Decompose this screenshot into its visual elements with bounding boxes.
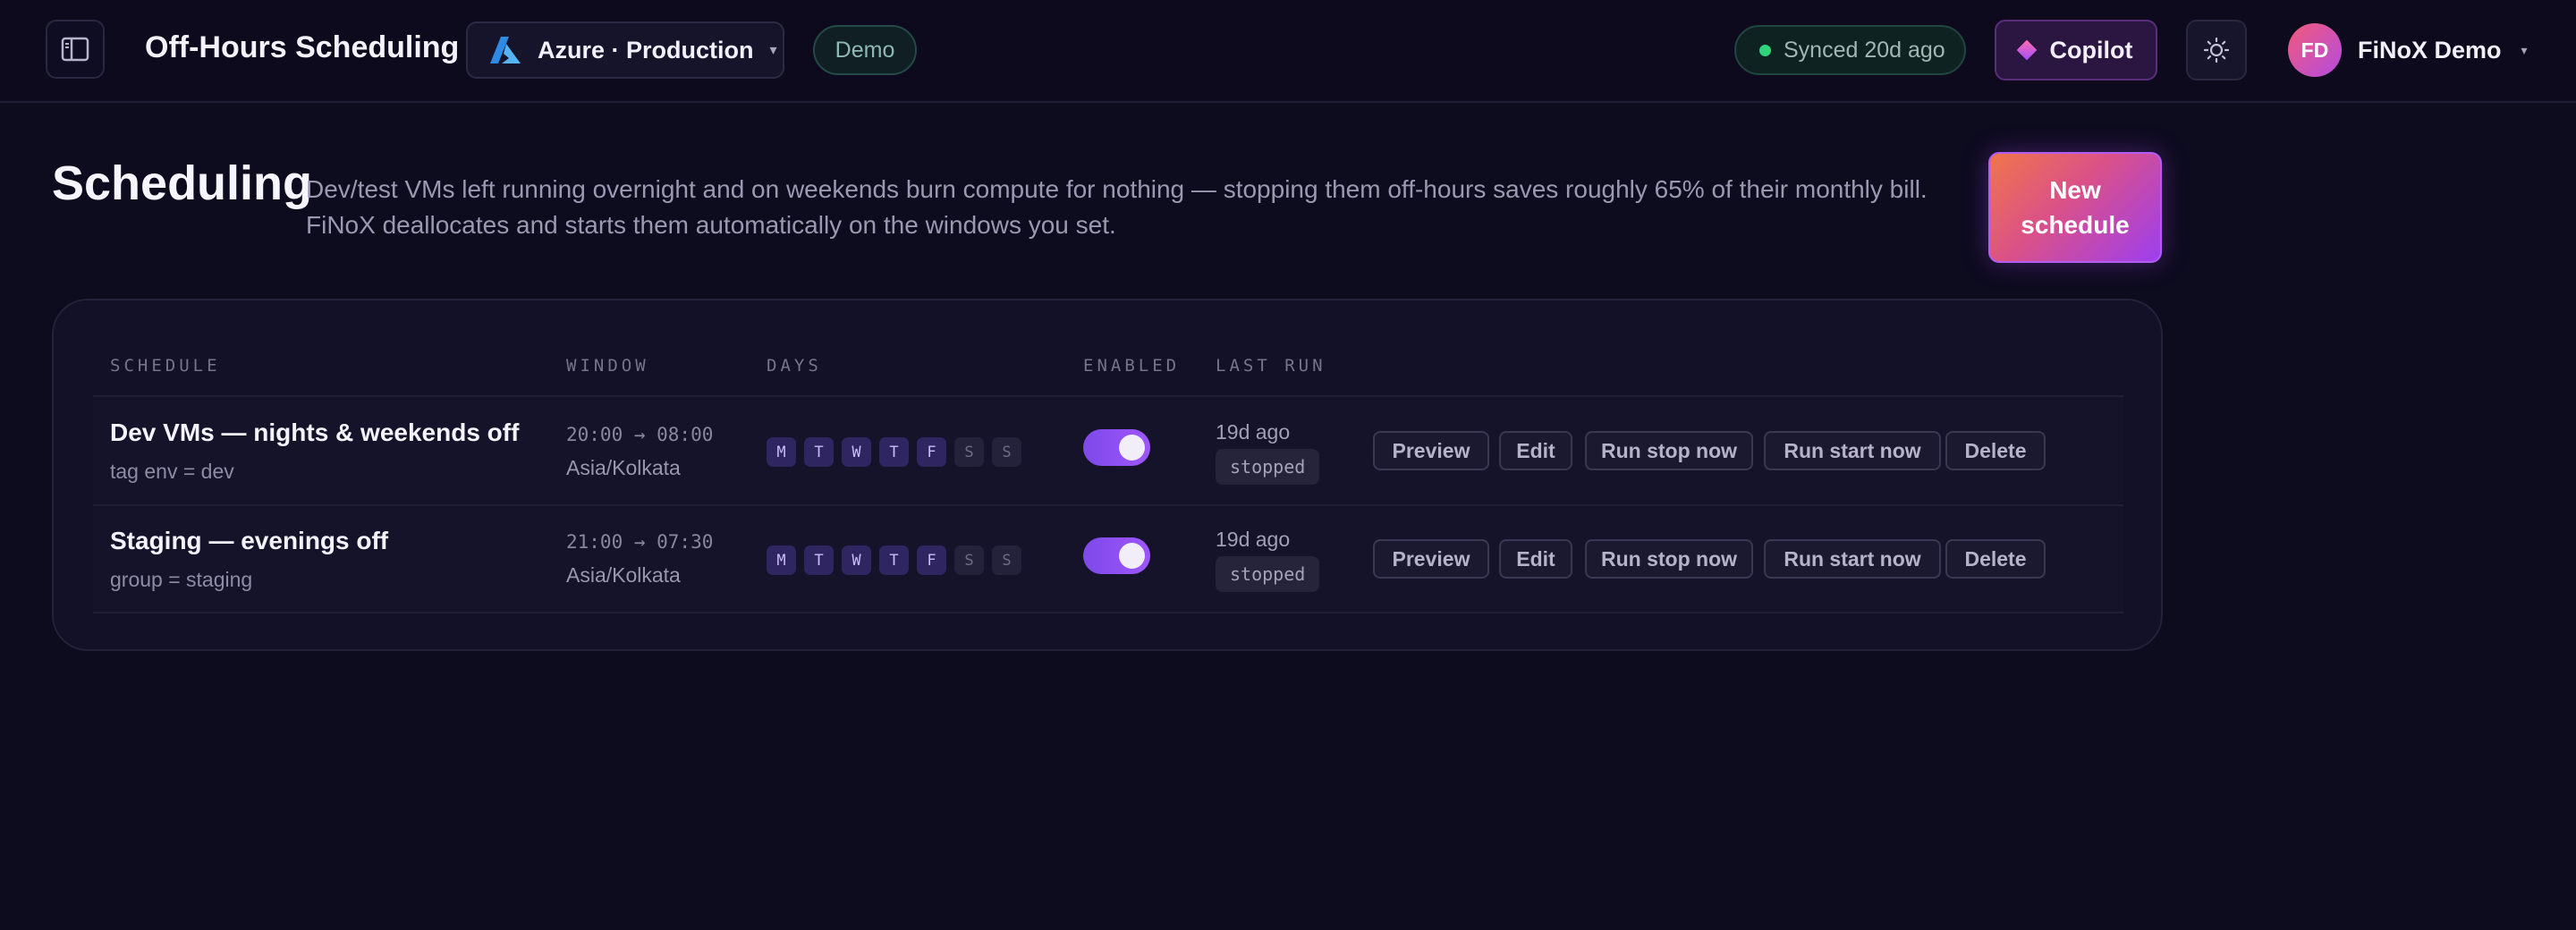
sidebar-toggle-button[interactable] [46,20,105,79]
environment-switcher[interactable]: Azure · Production ▾ [466,21,784,79]
run-stop-now-button[interactable]: Run stop now [1585,431,1753,470]
copilot-label: Copilot [2049,36,2133,63]
window-timezone: Asia/Kolkata [566,563,681,587]
schedule-scope: group = staging [110,568,253,591]
day-chip-thu: T [879,437,909,467]
status-dot-icon [1759,44,1771,56]
column-header-schedule: SCHEDULE [110,356,221,376]
edit-button[interactable]: Edit [1499,431,1572,470]
schedule-name: Staging — evenings off [110,527,389,554]
edit-button[interactable]: Edit [1499,539,1572,579]
last-run-time: 19d ago [1216,420,1291,444]
day-chip-fri: F [917,437,946,467]
sync-status: Synced 20d ago [1734,25,1966,75]
avatar: FD [2288,23,2342,77]
user-name: FiNoX Demo [2358,36,2502,63]
day-chip-thu: T [879,545,909,575]
day-chips: M T W T F S S [767,437,1021,467]
day-chip-tue: T [804,437,834,467]
copilot-diamond-icon [2016,39,2037,61]
section-description: Dev/test VMs left running overnight and … [306,172,1961,243]
sidebar-panel-icon [61,37,89,62]
status-badge: stopped [1216,556,1320,592]
schedule-name: Dev VMs — nights & weekends off [110,418,520,446]
delete-button[interactable]: Delete [1945,431,2046,470]
day-chips: M T W T F S S [767,545,1021,575]
description-line: Dev/test VMs left running overnight and … [306,175,1928,203]
azure-logo-icon [490,37,521,63]
column-header-window: WINDOW [566,356,649,376]
window-time: 20:00 → 08:00 [566,424,714,445]
user-menu[interactable]: FD FiNoX Demo ▾ [2288,23,2528,77]
new-schedule-label-line: schedule [2021,211,2130,239]
day-chip-sun: S [992,437,1021,467]
day-chip-mon: M [767,437,796,467]
column-header-last-run: LAST RUN [1216,356,1326,376]
chevron-down-icon: ▾ [769,43,777,58]
window-time: 21:00 → 07:30 [566,531,714,553]
delete-button[interactable]: Delete [1945,539,2046,579]
enabled-toggle[interactable] [1083,537,1150,574]
environment-label: Azure · Production [538,36,754,63]
day-chip-fri: F [917,545,946,575]
run-start-now-button[interactable]: Run start now [1764,539,1941,579]
window-timezone: Asia/Kolkata [566,456,681,479]
run-start-now-button[interactable]: Run start now [1764,431,1941,470]
top-bar: Off-Hours Scheduling Azure · Production … [0,0,2576,103]
demo-badge: Demo [813,25,917,75]
sun-icon [2203,37,2230,63]
day-chip-mon: M [767,545,796,575]
preview-button[interactable]: Preview [1373,539,1489,579]
sync-status-text: Synced 20d ago [1784,37,1945,63]
status-badge: stopped [1216,449,1320,485]
row-divider [93,612,2123,613]
day-chip-wed: W [842,437,871,467]
day-chip-wed: W [842,545,871,575]
day-chip-sat: S [954,437,984,467]
new-schedule-label-line: New [2049,176,2101,204]
day-chip-sat: S [954,545,984,575]
chevron-down-icon: ▾ [2521,42,2528,57]
theme-toggle-button[interactable] [2186,20,2247,80]
toggle-knob [1119,543,1145,569]
page-title: Off-Hours Scheduling [145,30,460,64]
run-stop-now-button[interactable]: Run stop now [1585,539,1753,579]
column-header-enabled: ENABLED [1083,356,1181,376]
last-run-time: 19d ago [1216,528,1291,551]
section-heading: Scheduling [52,156,313,210]
description-line: FiNoX deallocates and starts them automa… [306,211,1116,239]
enabled-toggle[interactable] [1083,429,1150,466]
schedule-scope: tag env = dev [110,460,234,483]
column-header-days: DAYS [767,356,822,376]
preview-button[interactable]: Preview [1373,431,1489,470]
day-chip-sun: S [992,545,1021,575]
day-chip-tue: T [804,545,834,575]
copilot-button[interactable]: Copilot [1995,20,2157,80]
toggle-knob [1119,435,1145,461]
new-schedule-button[interactable]: New schedule [1988,152,2162,263]
